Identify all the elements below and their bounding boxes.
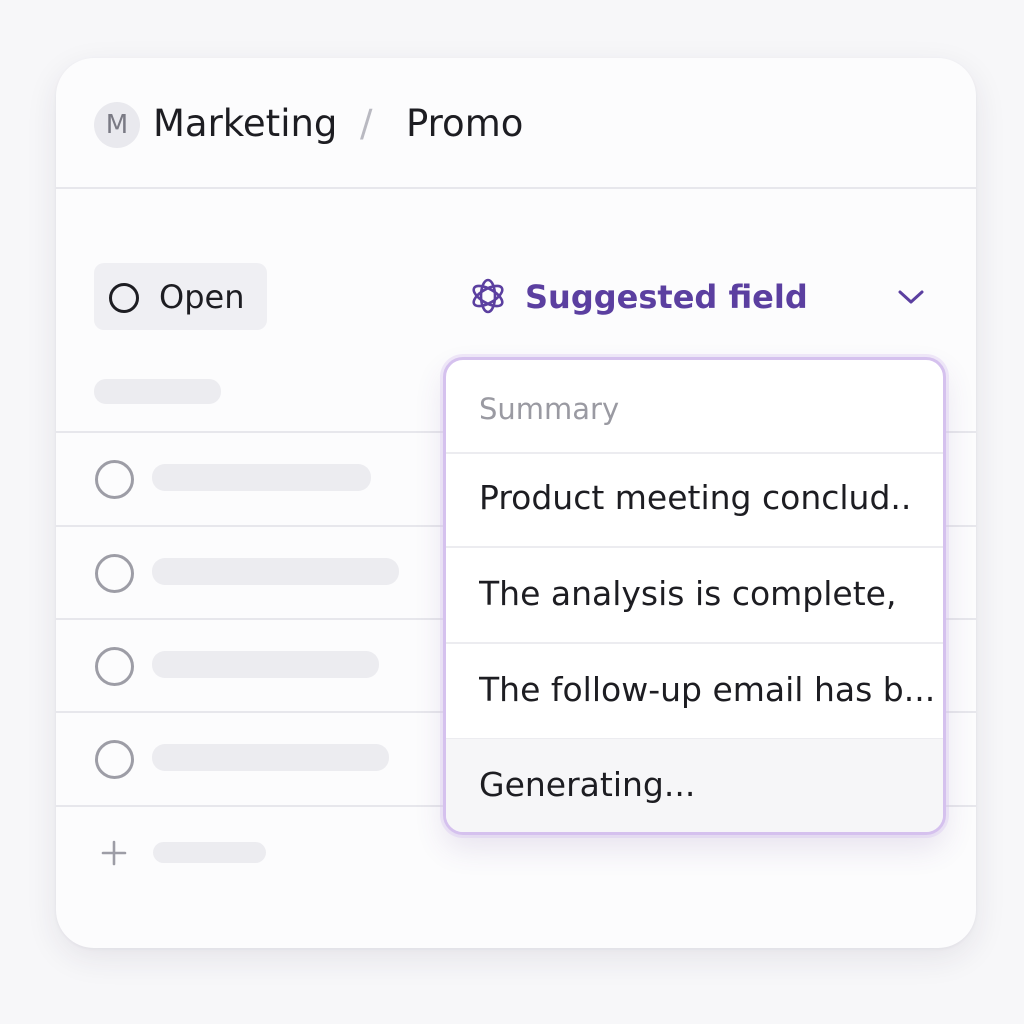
breadcrumb-page[interactable]: Promo [406, 98, 523, 150]
row-text-placeholder [152, 558, 399, 585]
dropdown-item[interactable]: The follow-up email has b... [446, 644, 943, 740]
dropdown-header: Summary [446, 360, 943, 454]
dropdown-item[interactable]: Product meeting conclud.. [446, 452, 943, 548]
breadcrumb-separator: / [360, 102, 373, 145]
dropdown-item-label: The analysis is complete, [479, 574, 897, 613]
breadcrumb-workspace[interactable]: Marketing [153, 98, 337, 150]
plus-icon [101, 840, 127, 866]
circle-icon[interactable] [95, 740, 134, 779]
circle-icon[interactable] [95, 460, 134, 499]
dropdown-item-label: The follow-up email has b... [479, 670, 936, 709]
dropdown-item-label: Product meeting conclud.. [479, 478, 912, 517]
add-row-placeholder [153, 842, 266, 863]
circle-icon[interactable] [95, 647, 134, 686]
breadcrumb: M Marketing / Promo [56, 58, 976, 189]
status-button[interactable]: Open [94, 263, 267, 330]
dropdown-item-label: Generating... [479, 765, 696, 804]
dropdown-item-generating[interactable]: Generating... [446, 739, 943, 832]
suggested-field-dropdown: Summary Product meeting conclud.. The an… [443, 357, 946, 835]
open-status-icon [109, 283, 139, 313]
row-text-placeholder [152, 744, 389, 771]
circle-icon[interactable] [95, 554, 134, 593]
row-text-placeholder [152, 464, 371, 491]
suggested-field-label: Suggested field [525, 278, 808, 316]
dropdown-item[interactable]: The analysis is complete, [446, 548, 943, 644]
sparkle-ai-icon [472, 278, 504, 314]
chevron-down-icon[interactable] [894, 282, 928, 312]
dropdown-header-label: Summary [479, 392, 620, 426]
group-header-placeholder [94, 379, 221, 404]
row-text-placeholder [152, 651, 379, 678]
workspace-avatar[interactable]: M [94, 102, 140, 148]
status-label: Open [159, 278, 245, 316]
